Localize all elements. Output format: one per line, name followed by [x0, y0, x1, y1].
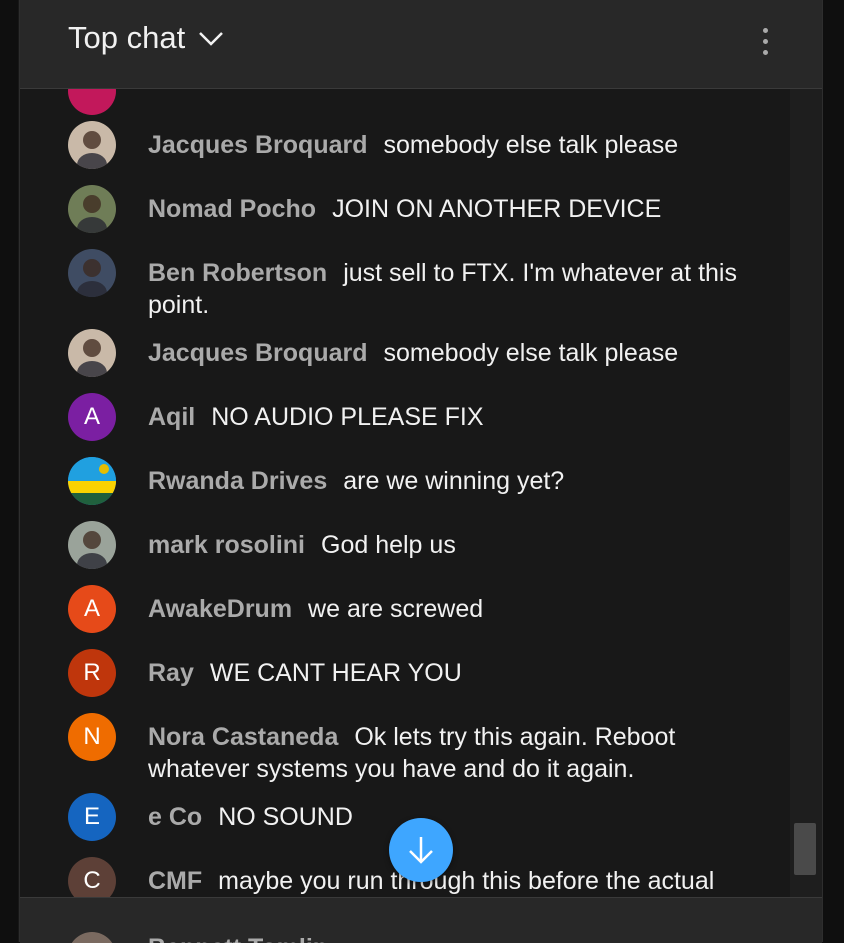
avatar	[68, 932, 116, 943]
avatar	[68, 457, 116, 505]
more-vert-icon-dot	[762, 38, 768, 44]
message-author[interactable]: mark rosolini	[148, 531, 305, 559]
person-photo-icon	[77, 131, 107, 169]
avatar: A	[68, 585, 116, 633]
message-content: Nomad Pocho JOIN ON ANOTHER DEVICE	[148, 193, 661, 225]
avatar	[68, 521, 116, 569]
avatar	[68, 89, 116, 115]
message-author[interactable]: Nomad Pocho	[148, 195, 316, 223]
page-background-left	[0, 0, 18, 942]
page-background-right	[822, 0, 844, 942]
message-content: CMF maybe you run through this before the…	[148, 865, 758, 897]
avatar: C	[68, 857, 116, 897]
avatar-letter: A	[83, 595, 100, 622]
message-content: Aqil NO AUDIO PLEASE FIX	[148, 401, 484, 433]
message-content: Ben Robertson just sell to FTX. I'm whate…	[148, 257, 758, 321]
message-content: Nora Castaneda Ok lets try this again. Re…	[148, 721, 758, 785]
chat-message[interactable]: Jacques Broquard somebody else talk pleas…	[68, 329, 758, 377]
message-author[interactable]: AwakeDrum	[148, 595, 292, 623]
chat-message[interactable]: A AwakeDrum we are screwed	[68, 585, 758, 633]
message-text: JOIN ON ANOTHER DEVICE	[332, 195, 662, 223]
message-text: somebody else talk please	[383, 339, 679, 367]
avatar: N	[68, 713, 116, 761]
chat-message[interactable]: A Aqil NO AUDIO PLEASE FIX	[68, 393, 758, 441]
avatar	[68, 329, 116, 377]
message-text: God help us	[321, 531, 456, 559]
scrollbar-thumb[interactable]	[794, 823, 816, 875]
avatar-letter: N	[83, 723, 101, 750]
partial-message-avatar	[68, 89, 116, 115]
avatar	[68, 185, 116, 233]
message-text: we are screwed	[308, 595, 484, 623]
more-vert-icon	[762, 27, 768, 33]
chat-footer: Bennett Tomlin	[20, 897, 822, 943]
message-content: Rwanda Drives are we winning yet?	[148, 465, 564, 497]
chevron-down-icon	[199, 32, 224, 46]
message-text: WE CANT HEAR YOU	[209, 659, 462, 687]
avatar: A	[68, 393, 116, 441]
message-author[interactable]: Rwanda Drives	[148, 467, 327, 495]
message-content: Jacques Broquard somebody else talk pleas…	[148, 337, 678, 369]
avatar-letter: A	[83, 403, 100, 430]
message-author[interactable]: Aqil	[148, 403, 195, 431]
message-content: Jacques Broquard somebody else talk pleas…	[148, 129, 678, 161]
more-vert-icon-dot	[762, 49, 768, 55]
message-author[interactable]: Jacques Broquard	[148, 131, 368, 159]
message-text: somebody else talk please	[383, 131, 679, 159]
avatar-letter: E	[83, 803, 100, 830]
avatar-letter: R	[83, 659, 101, 686]
message-author[interactable]: Ray	[148, 659, 194, 687]
person-photo-icon	[77, 531, 107, 569]
message-author[interactable]: e Co	[148, 803, 202, 831]
chat-window: Top chat Jacques Broquard somebody else t…	[0, 0, 844, 943]
person-photo-icon	[77, 195, 107, 233]
message-author[interactable]: Ben Robertson	[148, 259, 327, 287]
avatar-letter: C	[83, 867, 101, 894]
live-chat-panel: Top chat Jacques Broquard somebody else t…	[19, 0, 823, 943]
chat-message[interactable]: Nomad Pocho JOIN ON ANOTHER DEVICE	[68, 185, 758, 233]
chat-header: Top chat	[20, 0, 822, 89]
chat-message[interactable]: N Nora Castaneda Ok lets try this again. R…	[68, 713, 758, 785]
chat-scrollbar[interactable]	[790, 89, 822, 897]
avatar	[68, 249, 116, 297]
chat-mode-label: Top chat	[68, 20, 186, 55]
message-text: NO AUDIO PLEASE FIX	[211, 403, 484, 431]
chat-message[interactable]: Rwanda Drives are we winning yet?	[68, 457, 758, 505]
arrow-down-icon	[409, 837, 433, 864]
message-content: AwakeDrum we are screwed	[148, 593, 483, 625]
avatar: R	[68, 649, 116, 697]
message-author[interactable]: CMF	[148, 867, 202, 895]
flag-photo-icon	[68, 457, 116, 505]
chat-message[interactable]: Jacques Broquard somebody else talk pleas…	[68, 121, 758, 169]
person-photo-icon	[77, 339, 107, 377]
chat-message[interactable]: R Ray WE CANT HEAR YOU	[68, 649, 758, 697]
message-text: are we winning yet?	[343, 467, 565, 495]
person-photo-icon	[77, 259, 107, 297]
chat-message[interactable]: Ben Robertson just sell to FTX. I'm whate…	[68, 249, 758, 321]
message-content: Ray WE CANT HEAR YOU	[148, 657, 462, 689]
message-text: NO SOUND	[218, 803, 353, 831]
chat-mode-dropdown[interactable]: Top chat	[68, 20, 225, 56]
message-content: mark rosolini God help us	[148, 529, 456, 561]
avatar	[68, 121, 116, 169]
chat-messages-list[interactable]: Jacques Broquard somebody else talk pleas…	[20, 89, 790, 897]
more-options-button[interactable]	[752, 20, 778, 62]
message-content: e Co NO SOUND	[148, 801, 353, 833]
chat-message[interactable]: mark rosolini God help us	[68, 521, 758, 569]
scroll-to-bottom-button[interactable]	[389, 818, 453, 882]
avatar: E	[68, 793, 116, 841]
message-author[interactable]: Nora Castaneda	[148, 723, 338, 751]
message-author[interactable]: Jacques Broquard	[148, 339, 368, 367]
